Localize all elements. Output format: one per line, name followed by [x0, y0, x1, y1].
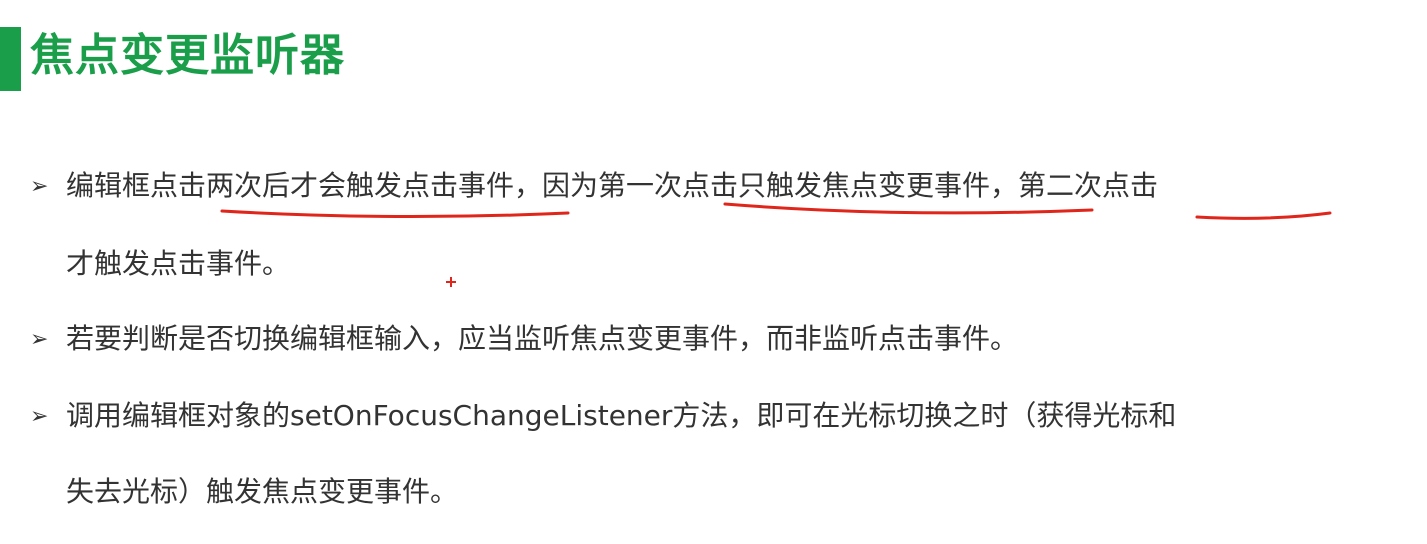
- bullet-3-line-1: 调用编辑框对象的setOnFocusChangeListener方法，即可在光标…: [66, 399, 1177, 432]
- red-underline: [1195, 211, 1332, 220]
- bullet-1-line-1: 编辑框点击两次后才会触发点击事件，因为第一次点击只触发焦点变更事件，第二次点击: [66, 169, 1159, 202]
- bullet-1-line-2: 才触发点击事件。: [66, 247, 291, 280]
- page-title: 焦点变更监听器: [30, 30, 345, 81]
- bullet-arrow-icon: ➢: [30, 327, 49, 352]
- bullet-arrow-icon: ➢: [30, 174, 49, 199]
- bullet-arrow-icon: ➢: [30, 404, 49, 429]
- bullet-3-line-2: 失去光标）触发焦点变更事件。: [66, 475, 459, 508]
- title-accent-bar: [0, 27, 21, 91]
- bullet-2-line-1: 若要判断是否切换编辑框输入，应当监听焦点变更事件，而非监听点击事件。: [66, 322, 1019, 355]
- crosshair-cursor-icon: [446, 277, 456, 287]
- red-underline: [220, 209, 570, 219]
